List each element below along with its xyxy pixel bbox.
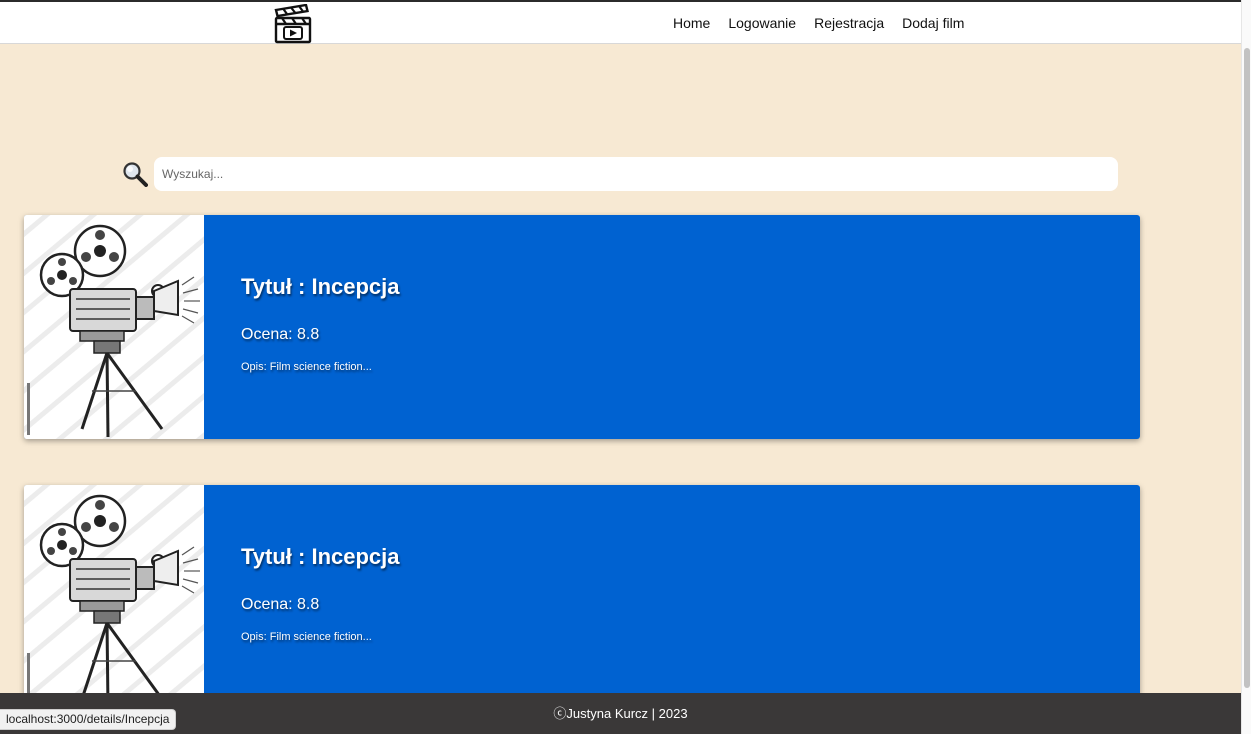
film-title: Tytuł : Incepcja xyxy=(241,274,400,299)
film-description: Opis: Film science fiction... xyxy=(241,361,372,373)
status-bar-url: localhost:3000/details/Incepcja xyxy=(0,709,177,730)
film-title: Tytuł : Incepcja xyxy=(241,544,400,569)
nav-link-logowanie[interactable]: Logowanie xyxy=(719,15,805,31)
navbar: Home Logowanie Rejestracja Dodaj film xyxy=(0,2,1241,44)
film-camera-image xyxy=(24,485,204,709)
nav-link-dodaj-film[interactable]: Dodaj film xyxy=(893,15,973,31)
scrollbar-thumb[interactable] xyxy=(1244,48,1250,688)
search-icon[interactable] xyxy=(122,161,148,187)
film-rating: Ocena: 8.8 xyxy=(241,326,320,343)
search-input[interactable] xyxy=(154,157,1118,191)
film-rating: Ocena: 8.8 xyxy=(241,596,320,613)
nav-link-home[interactable]: Home xyxy=(664,15,719,31)
film-card[interactable]: Tytuł : Incepcja Ocena: 8.8 Opis: Film s… xyxy=(24,485,1140,709)
nav-link-rejestracja[interactable]: Rejestracja xyxy=(805,15,893,31)
clapperboard-icon[interactable] xyxy=(273,3,313,44)
scrollbar[interactable] xyxy=(1241,0,1251,734)
search-bar xyxy=(122,157,1118,191)
film-card[interactable]: Tytuł : Incepcja Ocena: 8.8 Opis: Film s… xyxy=(24,215,1140,439)
footer: ⓒJustyna Kurcz | 2023 xyxy=(0,693,1241,734)
footer-copyright: ⓒJustyna Kurcz | 2023 xyxy=(553,705,688,721)
nav-links: Home Logowanie Rejestracja Dodaj film xyxy=(664,2,973,44)
film-camera-image xyxy=(24,215,204,439)
film-description: Opis: Film science fiction... xyxy=(241,631,372,643)
